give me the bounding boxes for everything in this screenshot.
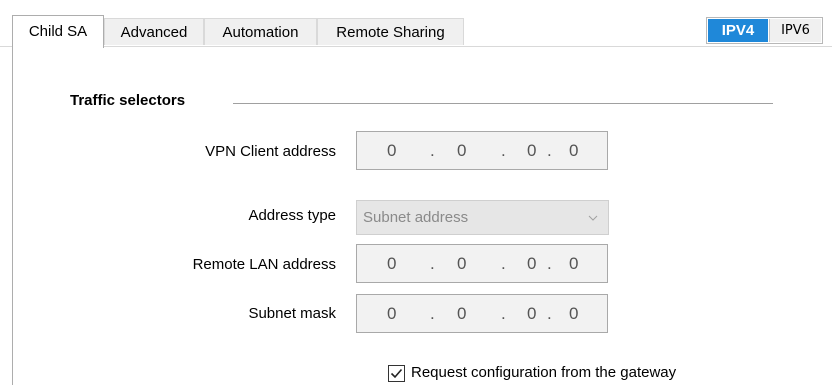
tab-remote-sharing[interactable]: Remote Sharing (317, 18, 464, 45)
octet-2: 0 (457, 304, 467, 323)
section-title: Traffic selectors (70, 92, 186, 109)
octet-separator: . (501, 254, 506, 273)
octet-separator: . (430, 141, 435, 160)
ipv6-button[interactable]: IPV6 (769, 19, 821, 42)
octet-4: 0 (569, 254, 579, 273)
section-divider (233, 103, 773, 104)
vpn-client-address-field[interactable]: 0 . 0 . 0 . 0 (356, 131, 608, 170)
octet-separator: . (547, 254, 552, 273)
octet-separator: . (501, 141, 506, 160)
octet-3: 0 (527, 141, 537, 160)
tab-automation[interactable]: Automation (204, 18, 317, 45)
octet-2: 0 (457, 254, 467, 273)
octet-4: 0 (569, 141, 579, 160)
tab-baseline (0, 46, 832, 47)
request-config-label[interactable]: Request configuration from the gateway (411, 364, 676, 381)
octet-1: 0 (387, 304, 397, 323)
request-config-checkbox[interactable] (388, 365, 405, 382)
address-type-select[interactable]: Subnet address (356, 200, 609, 235)
panel-border (12, 46, 13, 385)
address-type-value: Subnet address (363, 209, 469, 226)
remote-lan-address-field[interactable]: 0 . 0 . 0 . 0 (356, 244, 608, 283)
subnet-mask-field[interactable]: 0 . 0 . 0 . 0 (356, 294, 608, 333)
checkmark-icon (390, 368, 403, 379)
tab-advanced[interactable]: Advanced (104, 18, 204, 45)
octet-2: 0 (457, 141, 467, 160)
octet-1: 0 (387, 254, 397, 273)
address-type-label: Address type (248, 207, 336, 224)
subnet-mask-label: Subnet mask (248, 305, 336, 322)
remote-lan-address-label: Remote LAN address (192, 256, 336, 273)
octet-separator: . (430, 254, 435, 273)
vpn-client-address-label: VPN Client address (205, 143, 336, 160)
ipv4-button[interactable]: IPV4 (708, 19, 768, 42)
octet-3: 0 (527, 254, 537, 273)
ip-version-toggle: IPV4 IPV6 (706, 17, 823, 44)
octet-3: 0 (527, 304, 537, 323)
octet-separator: . (430, 304, 435, 323)
chevron-down-icon (588, 215, 598, 221)
octet-1: 0 (387, 141, 397, 160)
tab-child-sa[interactable]: Child SA (12, 15, 104, 48)
octet-separator: . (501, 304, 506, 323)
octet-4: 0 (569, 304, 579, 323)
octet-separator: . (547, 141, 552, 160)
octet-separator: . (547, 304, 552, 323)
